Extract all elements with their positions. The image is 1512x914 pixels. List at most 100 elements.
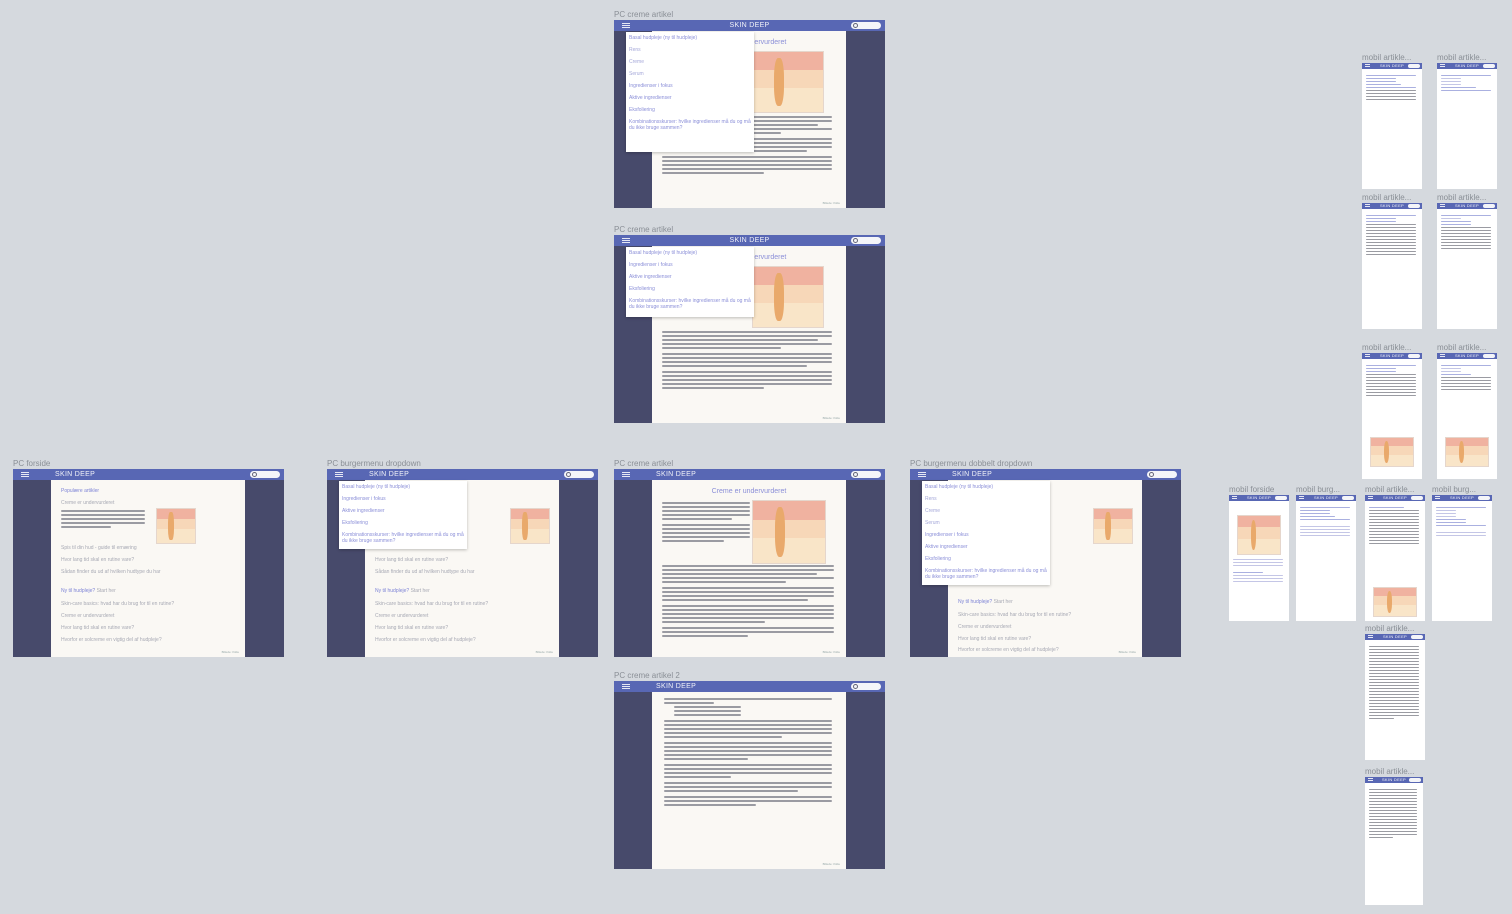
search-input[interactable] xyxy=(250,471,280,478)
new-link-1[interactable]: Skin-care basics: hvad har du brug for t… xyxy=(61,601,174,607)
search-input[interactable] xyxy=(1409,778,1421,782)
popular-link-4[interactable]: Sådan finder du ud af hvilken hudtype du… xyxy=(375,569,475,575)
popular-link-4[interactable]: Sådan finder du ud af hvilken hudtype du… xyxy=(61,569,161,575)
search-input[interactable] xyxy=(1411,635,1423,639)
menu-item-kombination[interactable]: Kombinationsskurser: hvilke ingredienser… xyxy=(339,529,467,547)
skin-diagram-image xyxy=(752,266,824,328)
hamburger-menu-icon[interactable] xyxy=(21,472,29,477)
search-input[interactable] xyxy=(564,471,594,478)
frame-label: PC forside xyxy=(13,459,51,468)
menu-item-basal[interactable]: Basal hudpleje (ny til hudpleje) xyxy=(339,481,467,493)
new-link-2[interactable]: Creme er undervurderet xyxy=(375,613,428,619)
search-input[interactable] xyxy=(1408,204,1420,208)
search-input[interactable] xyxy=(1483,354,1495,358)
image-credit: Billede: Kilde xyxy=(221,650,239,654)
search-input[interactable] xyxy=(851,471,881,478)
menu-item-eksfoliering[interactable]: Eksfoliering xyxy=(339,517,467,529)
menu-item-basal[interactable]: Basal hudpleje (ny til hudpleje) xyxy=(626,32,754,44)
menu-item-ingredienser[interactable]: Ingredienser i fokus xyxy=(339,493,467,505)
new-link-3[interactable]: Hvor lang tid skal en rutine vare? xyxy=(375,625,448,631)
search-input[interactable] xyxy=(1483,64,1495,68)
search-input[interactable] xyxy=(1147,471,1177,478)
frame-pc-burgermenu-dobbelt: PC burgermenu dobbelt dropdown SKIN DEEP… xyxy=(910,459,1181,657)
search-input[interactable] xyxy=(851,683,881,690)
frame-pc-forside: PC forside SKIN DEEP Populære artikler C… xyxy=(13,459,284,657)
search-icon xyxy=(853,472,858,477)
new-link-1[interactable]: Skin-care basics: hvad har du brug for t… xyxy=(958,612,1071,618)
skin-diagram-image xyxy=(1445,437,1489,467)
menu-item-aktive[interactable]: Aktive ingredienser xyxy=(922,541,1050,553)
menu-item-kombination[interactable]: Kombinationsskurser: hvilke ingredienser… xyxy=(626,116,754,134)
frame-mobil-artikel-1: mobil artikle... SKIN DEEP xyxy=(1362,53,1422,189)
menu-item-basal[interactable]: Basal hudpleje (ny til hudpleje) xyxy=(922,481,1050,493)
menu-item-basal[interactable]: Basal hudpleje (ny til hudpleje) xyxy=(626,247,754,259)
frame-label: mobil burg... xyxy=(1432,485,1477,494)
new-link-2[interactable]: Creme er undervurderet xyxy=(61,613,114,619)
menu-subitem-serum[interactable]: Serum xyxy=(922,517,1050,529)
menu-item-ingredienser[interactable]: Ingredienser i fokus xyxy=(626,259,754,271)
search-input[interactable] xyxy=(1408,354,1420,358)
search-input[interactable] xyxy=(1342,496,1354,500)
search-input[interactable] xyxy=(1478,496,1490,500)
menu-item-aktive[interactable]: Aktive ingredienser xyxy=(626,92,754,104)
search-input[interactable] xyxy=(851,22,881,29)
hamburger-menu-icon[interactable] xyxy=(335,472,343,477)
frame-label: mobil artikle... xyxy=(1365,767,1415,776)
topbar: SKIN DEEP xyxy=(614,469,885,480)
search-input[interactable] xyxy=(1408,64,1420,68)
mobile-content xyxy=(1362,209,1422,329)
frame-label: PC creme artikel xyxy=(614,10,674,19)
popular-link-3[interactable]: Hvor lang tid skal en rutine vare? xyxy=(375,557,448,563)
skin-diagram-image xyxy=(1370,437,1414,467)
search-input[interactable] xyxy=(1275,496,1287,500)
skin-diagram-image xyxy=(156,508,196,544)
new-link-4[interactable]: Hvorfor er solcreme en vigtig del af hud… xyxy=(61,637,162,643)
image-credit: Billede: Kilde xyxy=(822,650,840,654)
frame-mobil-artikel-7: mobil artikle... SKIN DEEP xyxy=(1365,485,1425,621)
menu-subitem-serum[interactable]: Serum xyxy=(626,68,754,80)
menu-item-eksfoliering[interactable]: Eksfoliering xyxy=(922,553,1050,565)
menu-item-kombination[interactable]: Kombinationsskurser: hvilke ingredienser… xyxy=(626,295,754,313)
burger-dropdown: Basal hudpleje (ny til hudpleje) Ingredi… xyxy=(626,247,754,317)
screen: SKIN DEEP Creme er undervurderet Billede… xyxy=(614,20,885,208)
new-link-4[interactable]: Hvorfor er solcreme en vigtig del af hud… xyxy=(958,647,1059,653)
image-credit: Billede: Kilde xyxy=(535,650,553,654)
menu-item-aktive[interactable]: Aktive ingredienser xyxy=(626,271,754,283)
popular-link-2[interactable]: Spis til din hud - guide til ernæring xyxy=(61,545,137,551)
new-link-3[interactable]: Hvor lang tid skal en rutine vare? xyxy=(958,636,1031,642)
burger-dropdown: Basal hudpleje (ny til hudpleje) Ingredi… xyxy=(339,481,467,549)
section-new-bold: Ny til hudpleje? xyxy=(375,588,410,594)
section-title-new: Ny til hudpleje? Start her xyxy=(958,599,1013,605)
frame-label: mobil burg... xyxy=(1296,485,1341,494)
menu-item-aktive[interactable]: Aktive ingredienser xyxy=(339,505,467,517)
search-input[interactable] xyxy=(1411,496,1423,500)
mobile-text xyxy=(1233,559,1283,584)
new-link-3[interactable]: Hvor lang tid skal en rutine vare? xyxy=(61,625,134,631)
new-link-2[interactable]: Creme er undervurderet xyxy=(958,624,1011,630)
menu-item-ingredienser[interactable]: Ingredienser i fokus xyxy=(922,529,1050,541)
new-link-4[interactable]: Hvorfor er solcreme en vigtig del af hud… xyxy=(375,637,476,643)
search-input[interactable] xyxy=(1483,204,1495,208)
hamburger-menu-icon[interactable] xyxy=(622,472,630,477)
menu-item-eksfoliering[interactable]: Eksfoliering xyxy=(626,283,754,295)
popular-link-3[interactable]: Hvor lang tid skal en rutine vare? xyxy=(61,557,134,563)
mobile-content xyxy=(1437,209,1497,329)
hamburger-menu-icon[interactable] xyxy=(622,684,630,689)
menu-subitem-creme[interactable]: Creme xyxy=(922,505,1050,517)
frame-mobil-artikel-6: mobil artikle... SKIN DEEP xyxy=(1437,343,1497,479)
popular-link-1[interactable]: Creme er undervurderet xyxy=(61,500,114,506)
frame-label: mobil forside xyxy=(1229,485,1275,494)
section-new-rest: Start her xyxy=(992,599,1013,605)
search-input[interactable] xyxy=(851,237,881,244)
menu-item-kombination[interactable]: Kombinationsskurser: hvilke ingredienser… xyxy=(922,565,1050,583)
hamburger-menu-icon[interactable] xyxy=(918,472,926,477)
screen: SKIN DEEP Hvor lang tid skal en rutine v… xyxy=(327,469,598,657)
new-link-1[interactable]: Skin-care basics: hvad har du brug for t… xyxy=(375,601,488,607)
menu-subitem-creme[interactable]: Creme xyxy=(626,56,754,68)
menu-subitem-rens[interactable]: Rens xyxy=(626,44,754,56)
article-intro xyxy=(662,502,750,544)
menu-item-eksfoliering[interactable]: Eksfoliering xyxy=(626,104,754,116)
menu-subitem-rens[interactable]: Rens xyxy=(922,493,1050,505)
burger-dropdown: Basal hudpleje (ny til hudpleje) Rens Cr… xyxy=(626,32,754,152)
menu-item-ingredienser[interactable]: Ingredienser i fokus xyxy=(626,80,754,92)
